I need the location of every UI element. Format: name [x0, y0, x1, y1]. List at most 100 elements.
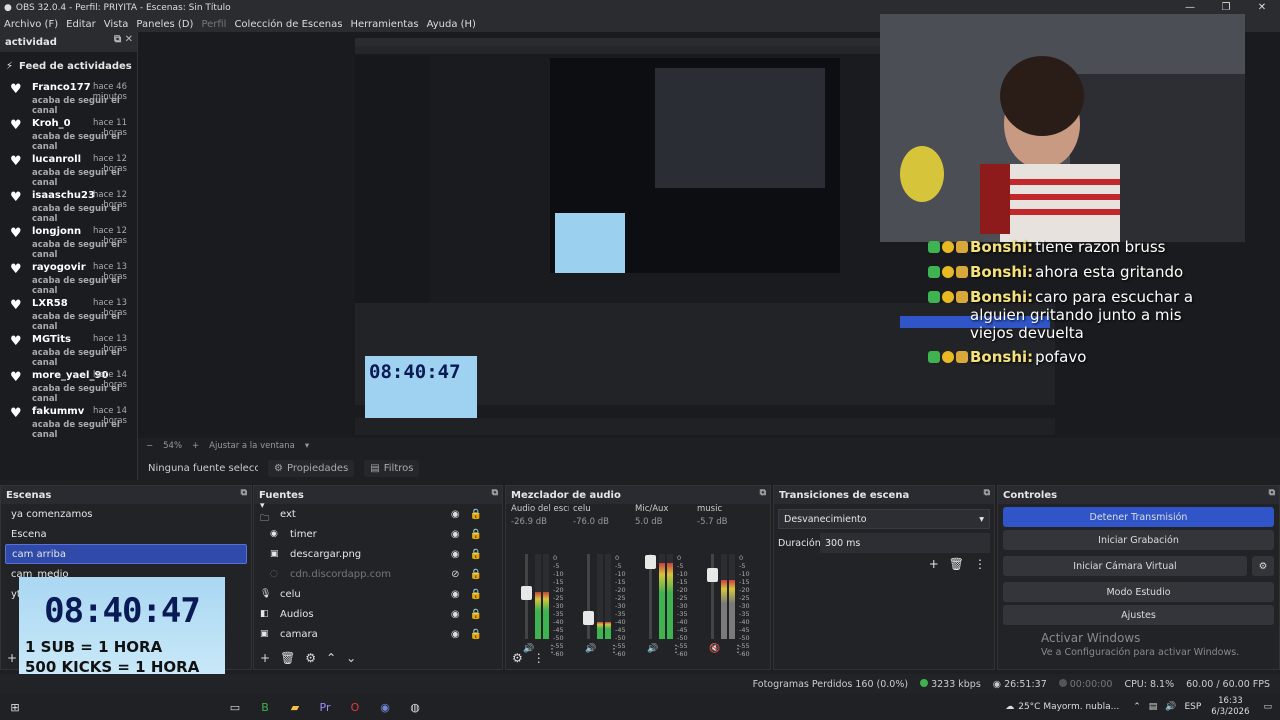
zoom-in-button[interactable]: + [192, 441, 199, 451]
lock-icon[interactable]: 🔒 [470, 609, 482, 620]
eye-icon[interactable]: ◉ [451, 549, 460, 560]
lock-icon[interactable]: 🔒 [470, 629, 482, 640]
close-button[interactable]: ✕ [1244, 0, 1280, 16]
source-item[interactable]: ▣ descargar.png ◉ 🔒 [254, 544, 502, 564]
level-meter [721, 554, 727, 639]
notification-icon[interactable]: ▭ [1263, 702, 1272, 712]
dock-float-icon[interactable]: ⧉ [760, 488, 766, 498]
move-down-button[interactable]: ⌄ [346, 651, 356, 665]
badge-icon [928, 351, 940, 363]
settings-button[interactable]: Ajustes [1003, 605, 1274, 625]
volume-fader[interactable] [521, 554, 532, 639]
trash-icon[interactable]: 🗑 [949, 557, 964, 571]
menu-archivo[interactable]: Archivo (F) [0, 19, 62, 30]
eye-icon[interactable]: ◉ [451, 589, 460, 600]
file-explorer-icon[interactable]: ▰ [280, 694, 310, 720]
dock-float-icon[interactable]: ⧉ [984, 488, 990, 498]
opera-icon[interactable]: O [340, 694, 370, 720]
app-icon-b[interactable]: B [250, 694, 280, 720]
start-virtual-cam-button[interactable]: Iniciar Cámara Virtual [1003, 556, 1247, 576]
windows-start-icon[interactable]: ⊞ [0, 694, 30, 720]
gear-icon[interactable]: ⚙ [305, 651, 316, 665]
scene-item[interactable]: ya comenzamos [5, 504, 247, 524]
eye-icon[interactable]: ◉ [451, 609, 460, 620]
volume-icon[interactable]: 🔊 [1165, 702, 1176, 712]
menu-editar[interactable]: Editar [62, 19, 100, 30]
add-scene-button[interactable]: + [7, 651, 17, 665]
zoom-out-button[interactable]: − [146, 441, 153, 451]
scene-item[interactable]: Escena [5, 524, 247, 544]
trash-icon[interactable]: 🗑 [280, 651, 295, 665]
source-item[interactable]: ▣ camara ◉ 🔒 [254, 624, 502, 644]
eye-icon[interactable]: ◉ [451, 629, 460, 640]
db-tick: -50 [677, 634, 688, 642]
transition-actions: + 🗑 ⋮ [774, 557, 994, 571]
obs-icon[interactable]: ◍ [400, 694, 430, 720]
discord-icon[interactable]: ◉ [370, 694, 400, 720]
transition-select[interactable]: Desvanecimiento ▾ [778, 509, 990, 529]
clock[interactable]: 16:33 6/3/2026 [1211, 696, 1249, 718]
eye-closed-icon[interactable]: ⊘ [451, 569, 459, 580]
chevron-down-icon[interactable]: ▾ [305, 441, 309, 451]
weather-text[interactable]: 25°C Mayorm. nubla... [1018, 702, 1119, 712]
heart-icon: ♥ [10, 334, 22, 349]
chevron-down-icon: ▾ [979, 513, 984, 525]
fader-knob[interactable] [521, 586, 532, 600]
fader-knob[interactable] [707, 568, 718, 582]
stop-stream-button[interactable]: Detener Transmisión [1003, 507, 1274, 527]
premiere-icon[interactable]: Pr [310, 694, 340, 720]
eye-icon[interactable]: ◉ [451, 529, 460, 540]
lock-icon[interactable]: 🔒 [470, 529, 482, 540]
fader-knob[interactable] [583, 611, 594, 625]
mixer-dock: Mezclador de audio⧉ Audio del escritorio… [505, 485, 771, 670]
level-meter [659, 554, 665, 639]
fader-knob[interactable] [645, 555, 656, 569]
status-bar: Fotogramas Perdidos 160 (0.0%) 3233 kbps… [0, 674, 1280, 694]
properties-button[interactable]: ⚙ Propiedades [268, 459, 355, 477]
transition-menu-button[interactable]: ⋮ [974, 557, 986, 571]
source-item[interactable]: ◧ Audios ◉ 🔒 [254, 604, 502, 624]
menu-coleccion[interactable]: Colección de Escenas [230, 19, 346, 30]
dock-float-icon[interactable]: ⧉ [241, 488, 247, 498]
studio-mode-button[interactable]: Modo Estudio [1003, 582, 1274, 602]
source-item[interactable]: ▾ 🗀 ext ◉ 🔒 [254, 501, 502, 524]
start-recording-button[interactable]: Iniciar Grabación [1003, 530, 1274, 550]
task-view-icon[interactable]: ▭ [220, 694, 250, 720]
volume-fader[interactable] [645, 554, 656, 639]
fit-window-select[interactable]: Ajustar a la ventana [209, 441, 295, 451]
duration-input[interactable]: 300 ms [820, 533, 990, 553]
language-indicator[interactable]: ESP [1184, 702, 1201, 712]
source-item[interactable]: 🎙 celu ◉ 🔒 [254, 584, 502, 604]
dock-float-icon[interactable]: ⧉ [492, 488, 498, 498]
chat-message: Bonshi: pofavo [928, 348, 1228, 367]
tray-chevron-icon[interactable]: ⌃ [1133, 702, 1141, 712]
menu-vista[interactable]: Vista [100, 19, 133, 30]
chat-username: Bonshi: [970, 263, 1034, 281]
add-source-button[interactable]: + [260, 651, 270, 665]
volume-fader[interactable] [583, 554, 594, 639]
eye-icon[interactable]: ◉ [451, 509, 460, 520]
lock-icon[interactable]: 🔒 [470, 589, 482, 600]
gear-icon[interactable]: ⚙ [1252, 556, 1274, 576]
lock-icon[interactable]: 🔒 [470, 569, 482, 580]
dock-float-icon[interactable]: ⧉ [1269, 488, 1275, 498]
mixer-menu-button[interactable]: ⋮ [533, 651, 545, 665]
menu-paneles[interactable]: Paneles (D) [132, 19, 197, 30]
filters-button[interactable]: ▤ Filtros [364, 459, 420, 477]
chat-username: Bonshi: [970, 348, 1034, 366]
move-up-button[interactable]: ⌃ [326, 651, 336, 665]
add-transition-button[interactable]: + [929, 557, 939, 571]
menu-herramientas[interactable]: Herramientas [346, 19, 422, 30]
network-icon[interactable]: ▤ [1149, 702, 1158, 712]
menu-ayuda[interactable]: Ayuda (H) [423, 19, 480, 30]
source-item[interactable]: ◉ timer ◉ 🔒 [254, 524, 502, 544]
menu-perfil[interactable]: Perfil [197, 19, 230, 30]
chat-text-wrap: Bonshi: pofavo [970, 348, 1086, 366]
lock-icon[interactable]: 🔒 [470, 509, 482, 520]
scene-item[interactable]: cam arriba [5, 544, 247, 564]
dock-float-close-icon[interactable]: ⧉ ✕ [114, 34, 133, 45]
volume-fader[interactable] [707, 554, 718, 639]
lock-icon[interactable]: 🔒 [470, 549, 482, 560]
mixer-settings-button[interactable]: ⚙ [512, 651, 523, 665]
source-item[interactable]: ◌ cdn.discordapp.com ⊘ 🔒 [254, 564, 502, 584]
